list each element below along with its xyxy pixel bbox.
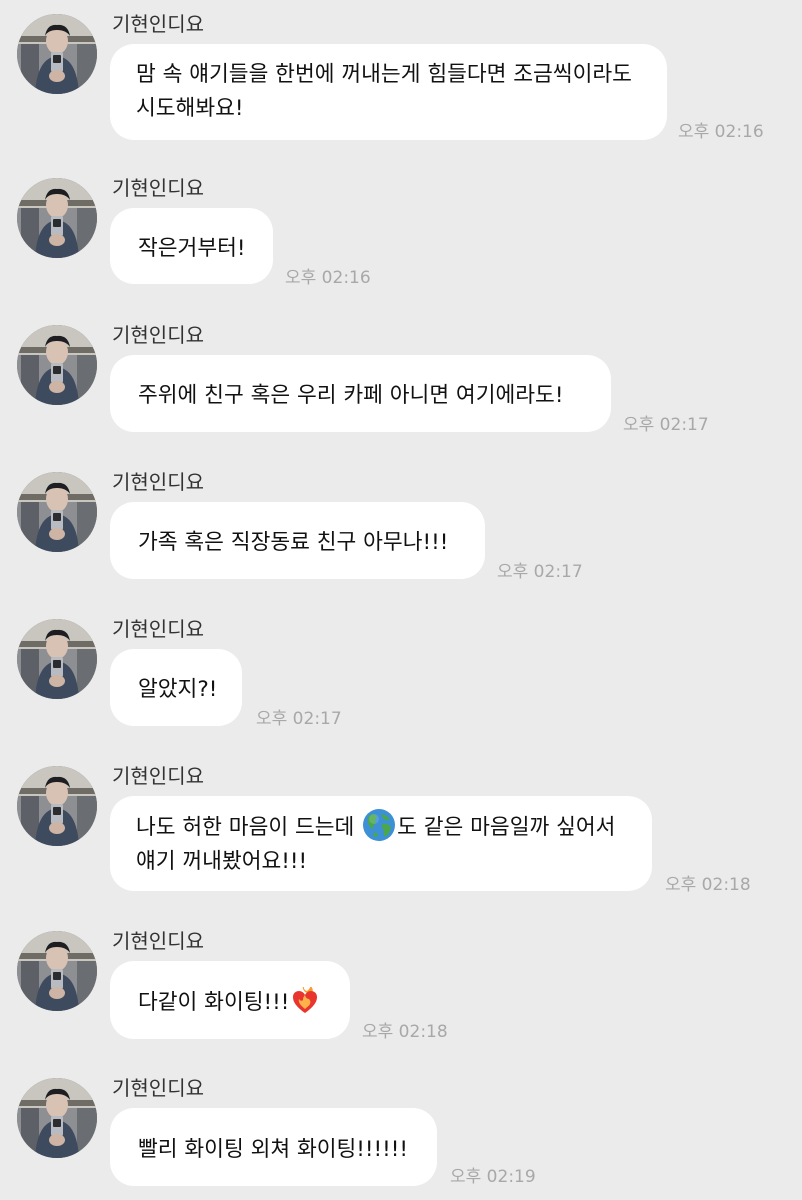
sender-name: 기현인디요 xyxy=(112,617,204,641)
message-time: 오후 02:17 xyxy=(623,415,709,435)
avatar[interactable] xyxy=(17,14,97,94)
avatar[interactable] xyxy=(17,1078,97,1158)
sender-name: 기현인디요 xyxy=(112,470,204,494)
heart-on-fire-emoji-icon xyxy=(293,986,318,1013)
avatar[interactable] xyxy=(17,766,97,846)
avatar[interactable] xyxy=(17,931,97,1011)
chat-screen: { "chat": { "colors": { "background": "#… xyxy=(0,0,802,1200)
message-bubble[interactable]: 주위에 친구 혹은 우리 카페 아니면 여기에라도! xyxy=(110,355,611,432)
message-bubble[interactable]: 맘 속 얘기들을 한번에 꺼내는게 힘들다면 조금씩이라도 시도해봐요! xyxy=(110,44,667,140)
message-text: 주위에 친구 혹은 우리 카페 아니면 여기에라도! xyxy=(138,383,564,408)
message-bubble[interactable]: 가족 혹은 직장동료 친구 아무나!!! xyxy=(110,502,485,579)
message-text: 다같이 화이팅!!! xyxy=(138,985,319,1016)
message-text: 가족 혹은 직장동료 친구 아무나!!! xyxy=(138,530,449,555)
message-text: 나도 허한 마음이 드는데 도 같은 마음일까 싶어서 얘기 꺼내봤어요!!! xyxy=(136,808,626,879)
globe-emoji-icon xyxy=(363,809,396,841)
sender-name: 기현인디요 xyxy=(112,176,204,200)
message-time: 오후 02:18 xyxy=(665,875,751,895)
message-time: 오후 02:19 xyxy=(450,1167,536,1187)
message-text: 알았지?! xyxy=(138,677,218,702)
message-bubble[interactable]: 빨리 화이팅 외쳐 화이팅!!!!!! xyxy=(110,1108,437,1186)
message-time: 오후 02:17 xyxy=(497,562,583,582)
sender-name: 기현인디요 xyxy=(112,1076,204,1100)
message-time: 오후 02:16 xyxy=(678,122,764,142)
message-text: 빨리 화이팅 외쳐 화이팅!!!!!! xyxy=(138,1136,409,1162)
sender-name: 기현인디요 xyxy=(112,929,204,953)
avatar[interactable] xyxy=(17,472,97,552)
avatar[interactable] xyxy=(17,619,97,699)
message-text-part: 다같이 화이팅!!! xyxy=(138,989,290,1015)
avatar[interactable] xyxy=(17,325,97,405)
message-time: 오후 02:17 xyxy=(256,709,342,729)
sender-name: 기현인디요 xyxy=(112,764,204,788)
message-bubble[interactable]: 다같이 화이팅!!! xyxy=(110,961,350,1039)
message-bubble[interactable]: 작은거부터! xyxy=(110,208,273,284)
sender-name: 기현인디요 xyxy=(112,12,204,36)
message-text: 맘 속 얘기들을 한번에 꺼내는게 힘들다면 조금씩이라도 시도해봐요! xyxy=(136,62,632,121)
message-bubble[interactable]: 나도 허한 마음이 드는데 도 같은 마음일까 싶어서 얘기 꺼내봤어요!!! xyxy=(110,796,652,891)
message-text: 작은거부터! xyxy=(138,235,246,261)
message-bubble[interactable]: 알았지?! xyxy=(110,649,242,726)
message-time: 오후 02:16 xyxy=(285,268,371,288)
avatar[interactable] xyxy=(17,178,97,258)
message-time: 오후 02:18 xyxy=(362,1022,448,1042)
message-text-part: 나도 허한 마음이 드는데 xyxy=(136,815,362,840)
sender-name: 기현인디요 xyxy=(112,323,204,347)
